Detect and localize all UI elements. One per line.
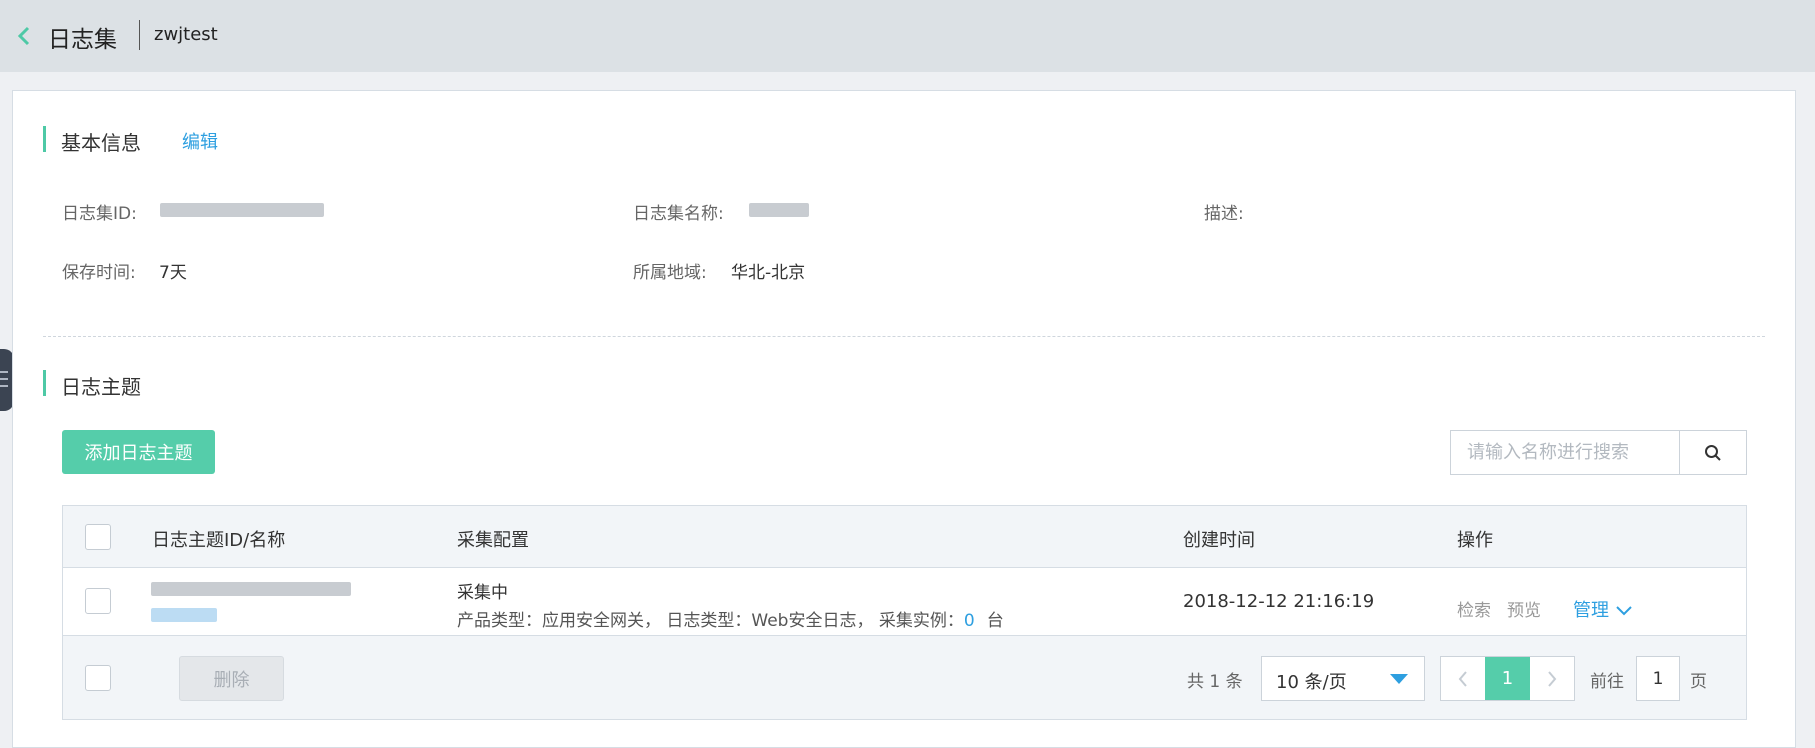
back-chevron-icon[interactable]	[14, 24, 34, 48]
search-button[interactable]	[1679, 431, 1746, 474]
page-size-value: 10 条/页	[1276, 672, 1347, 693]
instance-count-link[interactable]: 0	[964, 611, 987, 631]
retention-label: 保存时间:	[62, 263, 136, 283]
collect-status: 采集中	[457, 583, 508, 603]
table-header: 日志主题ID/名称 采集配置 创建时间 操作	[63, 506, 1746, 568]
next-page-button[interactable]	[1530, 657, 1574, 700]
manage-action[interactable]: 管理	[1573, 596, 1633, 622]
col-created-time: 创建时间	[1183, 530, 1255, 551]
chevron-down-icon	[1616, 606, 1632, 616]
preview-action[interactable]: 预览	[1507, 596, 1541, 621]
region-label: 所属地域:	[633, 263, 707, 283]
region-value: 华北-北京	[731, 263, 806, 283]
search-input[interactable]	[1451, 431, 1680, 474]
col-actions: 操作	[1457, 530, 1493, 551]
current-page[interactable]: 1	[1485, 657, 1530, 700]
table-row: 采集中 产品类型：应用安全网关， 日志类型：Web安全日志， 采集实例：0 台 2…	[63, 568, 1746, 636]
topics-title: 日志主题	[61, 375, 141, 399]
title-divider	[139, 20, 140, 50]
section-accent-bar	[43, 370, 46, 396]
description-label: 描述:	[1204, 204, 1244, 224]
logset-id-value-redacted	[160, 203, 324, 217]
search-icon	[1705, 444, 1721, 461]
pagination: 1	[1440, 656, 1575, 701]
page-unit-label: 页	[1690, 672, 1707, 692]
col-topic-id-name: 日志主题ID/名称	[152, 530, 286, 551]
goto-page-input[interactable]	[1636, 656, 1680, 701]
col-collect-config: 采集配置	[457, 530, 529, 551]
top-bar: 日志集 zwjtest	[0, 0, 1815, 72]
retention-value: 7天	[159, 263, 187, 283]
delete-button[interactable]: 删除	[179, 656, 284, 701]
section-accent-bar	[43, 126, 46, 152]
logset-name-value-redacted	[749, 203, 809, 217]
edit-link[interactable]: 编辑	[182, 128, 218, 154]
logset-name-label: 日志集名称:	[633, 204, 724, 224]
row-checkbox[interactable]	[85, 588, 111, 614]
search-box	[1450, 430, 1747, 475]
topics-table: 日志主题ID/名称 采集配置 创建时间 操作 采集中 产品类型：应用安全网关， …	[62, 505, 1747, 720]
page-title: 日志集	[48, 27, 117, 53]
chevron-right-icon	[1548, 670, 1557, 687]
select-all-checkbox[interactable]	[85, 524, 111, 550]
topic-id-redacted	[151, 582, 351, 596]
footer-select-checkbox[interactable]	[85, 665, 111, 691]
goto-label: 前往	[1590, 672, 1624, 692]
topic-name-link-redacted[interactable]	[151, 608, 217, 622]
chevron-left-icon	[1458, 670, 1467, 687]
add-topic-button[interactable]: 添加日志主题	[62, 430, 215, 474]
section-divider	[43, 336, 1765, 337]
caret-down-icon	[1390, 674, 1408, 684]
table-footer: 删除 共 1 条 10 条/页 1 前往 页	[63, 636, 1746, 719]
collect-config-text: 产品类型：应用安全网关， 日志类型：Web安全日志， 采集实例：0 台	[457, 611, 1004, 631]
created-time: 2018-12-12 21:16:19	[1183, 591, 1375, 612]
search-action[interactable]: 检索	[1457, 596, 1491, 621]
prev-page-button[interactable]	[1441, 657, 1485, 700]
page-size-select[interactable]: 10 条/页	[1261, 656, 1425, 701]
logset-id-label: 日志集ID:	[62, 204, 137, 224]
logset-name: zwjtest	[154, 24, 218, 45]
basic-info-title: 基本信息	[61, 131, 141, 155]
total-count: 共 1 条	[1187, 672, 1243, 692]
